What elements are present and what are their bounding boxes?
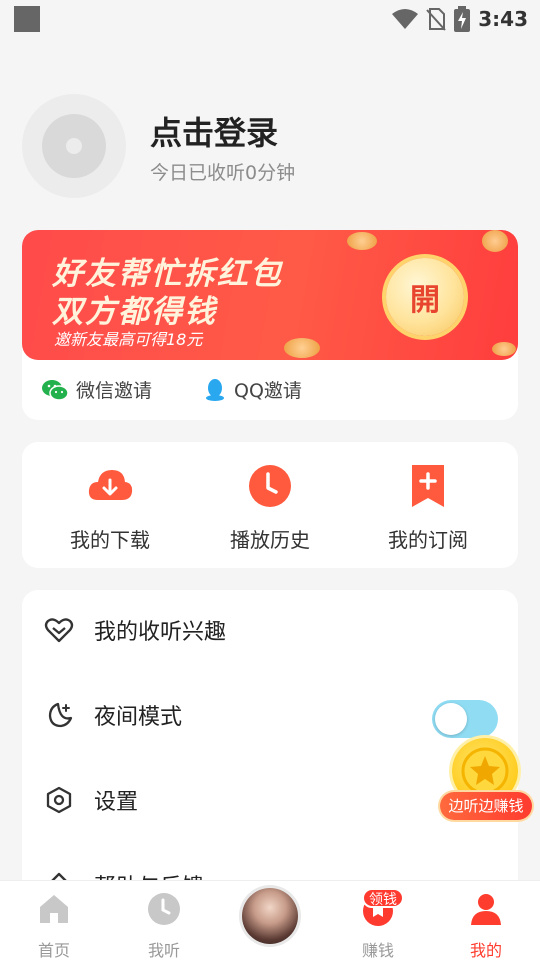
- play-history-button[interactable]: 播放历史: [200, 462, 340, 553]
- open-redpacket-button[interactable]: 開: [386, 258, 464, 336]
- qq-invite-label: QQ邀请: [234, 380, 302, 402]
- avatar[interactable]: [22, 94, 126, 198]
- bookmark-plus-icon: [412, 465, 444, 507]
- banner-subtitle: 邀新友最高可得18元: [54, 330, 203, 349]
- clock-icon: [249, 465, 291, 507]
- invite-banner[interactable]: 好友帮忙拆红包 双方都得钱 邀新友最高可得18元 開: [22, 230, 518, 360]
- wechat-invite-button[interactable]: 微信邀请: [42, 376, 152, 403]
- tab-mine[interactable]: 我的: [432, 891, 540, 960]
- my-downloads-button[interactable]: 我的下载: [40, 462, 180, 553]
- album-disc-icon[interactable]: [242, 888, 298, 944]
- my-subscriptions-button[interactable]: 我的订阅: [358, 462, 498, 553]
- invite-options: 微信邀请 QQ邀请: [22, 360, 518, 420]
- clock-icon: [148, 893, 180, 925]
- qq-icon: [206, 378, 224, 401]
- decor-coin-icon: [284, 338, 320, 358]
- banner-title-line2: 双方都得钱: [52, 294, 217, 330]
- tab-home[interactable]: 首页: [0, 891, 108, 960]
- menu-label: 我的收听兴趣: [94, 620, 227, 645]
- toggle-knob: [435, 703, 467, 735]
- moon-icon: [48, 702, 73, 728]
- listen-time-text: 今日已收听0分钟: [150, 162, 296, 184]
- open-button-label: 開: [410, 283, 440, 318]
- status-icons: 3:43: [392, 4, 528, 34]
- no-sim-icon: [426, 8, 446, 31]
- play-history-label: 播放历史: [230, 528, 310, 552]
- invite-card: 好友帮忙拆红包 双方都得钱 邀新友最高可得18元 開 微信邀请 QQ邀请: [22, 230, 518, 420]
- person-icon: [471, 894, 501, 925]
- my-downloads-label: 我的下载: [70, 528, 150, 552]
- tab-label: 我的: [469, 941, 502, 960]
- my-subscriptions-label: 我的订阅: [388, 528, 468, 552]
- tab-label: 我听: [147, 941, 180, 960]
- status-time: 3:43: [478, 7, 528, 31]
- menu-item-listening-interests[interactable]: 我的收听兴趣: [22, 600, 518, 660]
- menu-label: 设置: [94, 790, 139, 815]
- decor-coin-icon: [347, 232, 377, 250]
- menu-label: 夜间模式: [94, 705, 183, 730]
- status-bar: 3:43: [0, 0, 540, 38]
- wechat-icon: [42, 379, 68, 401]
- decor-coin-icon: [492, 342, 516, 356]
- qq-invite-button[interactable]: QQ邀请: [204, 376, 302, 403]
- menu-item-night-mode: 夜间模式: [22, 685, 518, 745]
- tab-label: 首页: [37, 941, 70, 960]
- listen-earn-label: 边听边赚钱: [440, 792, 532, 820]
- download-cloud-icon: [88, 470, 133, 500]
- home-icon: [40, 895, 68, 923]
- battery-charging-icon: [454, 6, 471, 32]
- earn-badge: 领钱: [362, 888, 404, 908]
- listen-earn-float-button[interactable]: 边听边赚钱: [440, 738, 532, 824]
- tab-my-listening[interactable]: 我听: [110, 891, 218, 960]
- wechat-invite-label: 微信邀请: [76, 380, 153, 402]
- night-mode-toggle[interactable]: [432, 700, 498, 738]
- wifi-icon: [392, 9, 419, 29]
- login-title[interactable]: 点击登录: [150, 108, 278, 154]
- heart-icon: [44, 618, 74, 643]
- notification-icon: [14, 6, 40, 32]
- quick-actions-card: 我的下载 播放历史 我的订阅: [22, 442, 518, 568]
- settings-hexagon-icon: [46, 786, 72, 814]
- tab-label: 赚钱: [361, 941, 394, 960]
- profile-header[interactable]: 点击登录 今日已收听0分钟: [22, 94, 518, 200]
- decor-coin-icon: [482, 230, 508, 252]
